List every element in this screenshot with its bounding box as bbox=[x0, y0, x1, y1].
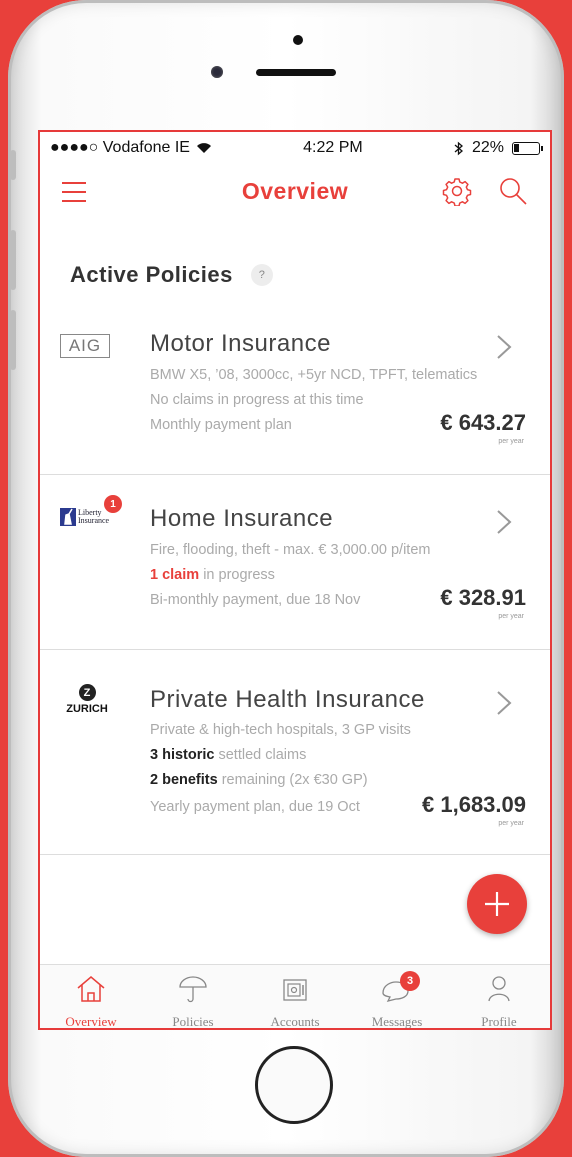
tab-policies[interactable]: Policies bbox=[142, 965, 244, 1028]
tab-messages[interactable]: 3 Messages bbox=[346, 965, 448, 1028]
navigation-bar: Overview bbox=[40, 164, 550, 220]
claim-count: 1 claim bbox=[150, 567, 200, 583]
app-screen: ●●●●○ Vodafone IE 4:22 PM 22% Overview A… bbox=[38, 130, 552, 1030]
add-policy-button[interactable] bbox=[467, 874, 527, 934]
battery-percent: 22% bbox=[471, 139, 504, 156]
liberty-statue-icon bbox=[60, 508, 76, 526]
tab-bar: Overview Policies Accounts 3 Messages Pr… bbox=[40, 964, 550, 1028]
section-title: Active Policies bbox=[70, 262, 233, 287]
benefits-remaining: 2 benefits remaining (2x €30 GP) bbox=[150, 772, 368, 788]
tab-label: Messages bbox=[371, 1014, 423, 1029]
tab-accounts[interactable]: Accounts bbox=[244, 965, 346, 1028]
policy-price: € 328.91 bbox=[440, 585, 526, 610]
payment-plan: Monthly payment plan bbox=[150, 417, 292, 433]
front-camera bbox=[211, 66, 223, 78]
home-button[interactable] bbox=[255, 1046, 333, 1124]
historic-claims: 3 historic settled claims bbox=[150, 747, 306, 763]
tab-label: Accounts bbox=[270, 1014, 320, 1029]
policy-card-home[interactable]: Liberty Insurance 1 Home Insurance Fire, … bbox=[40, 475, 550, 650]
logo-text-insurance: Insurance bbox=[78, 516, 110, 525]
chevron-right-icon[interactable] bbox=[494, 688, 514, 718]
claim-text: in progress bbox=[199, 567, 275, 583]
volume-down-button bbox=[10, 310, 16, 370]
zurich-wordmark: ZURICH bbox=[66, 703, 108, 715]
settings-gear-icon[interactable] bbox=[442, 176, 472, 206]
aig-logo: AIG bbox=[60, 334, 110, 358]
policy-details: Private & high-tech hospitals, 3 GP visi… bbox=[150, 722, 411, 738]
section-header: Active Policies ? bbox=[70, 262, 550, 288]
bluetooth-icon bbox=[454, 141, 463, 155]
person-icon bbox=[488, 976, 510, 1002]
search-icon[interactable] bbox=[498, 176, 528, 206]
mute-switch bbox=[10, 150, 16, 180]
chevron-right-icon[interactable] bbox=[494, 507, 514, 537]
help-button[interactable]: ? bbox=[250, 264, 273, 286]
carrier-label: ●●●●○ Vodafone IE bbox=[50, 139, 190, 156]
payment-plan: Yearly payment plan, due 19 Oct bbox=[150, 799, 360, 815]
notification-badge: 1 bbox=[104, 495, 122, 513]
policy-title: Private Health Insurance bbox=[150, 686, 425, 713]
clock: 4:22 PM bbox=[303, 139, 363, 156]
home-icon bbox=[77, 976, 105, 1002]
tab-label: Policies bbox=[172, 1014, 214, 1029]
price-period: per year bbox=[498, 613, 524, 620]
status-bar: ●●●●○ Vodafone IE 4:22 PM 22% bbox=[40, 132, 550, 164]
policy-details: Fire, flooding, theft - max. € 3,000.00 … bbox=[150, 542, 431, 558]
historic-count: 3 historic bbox=[150, 747, 215, 763]
tab-profile[interactable]: Profile bbox=[448, 965, 550, 1028]
earpiece-speaker bbox=[256, 69, 336, 76]
benefits-text: remaining (2x €30 GP) bbox=[217, 772, 368, 788]
policy-claims-status: 1 claim in progress bbox=[150, 567, 275, 583]
zurich-emblem: Z bbox=[78, 684, 96, 701]
messages-badge: 3 bbox=[400, 971, 420, 991]
wifi-icon bbox=[196, 143, 211, 153]
price-period: per year bbox=[498, 438, 524, 445]
zurich-logo: Z ZURICH bbox=[60, 684, 114, 715]
policy-details: BMW X5, ’08, 3000cc, +5yr NCD, TPFT, tel… bbox=[150, 367, 478, 383]
plus-icon bbox=[485, 892, 509, 916]
tab-overview[interactable]: Overview bbox=[40, 965, 142, 1028]
safe-icon bbox=[283, 979, 307, 1001]
liberty-insurance-logo: Liberty Insurance 1 bbox=[60, 495, 122, 531]
payment-plan: Bi-monthly payment, due 18 Nov bbox=[150, 592, 361, 608]
tab-label: Overview bbox=[65, 1014, 117, 1029]
page-title: Overview bbox=[241, 178, 349, 204]
policy-card-motor[interactable]: AIG Motor Insurance BMW X5, ’08, 3000cc,… bbox=[40, 300, 550, 475]
policy-title: Home Insurance bbox=[150, 505, 334, 532]
tab-label: Profile bbox=[481, 1014, 517, 1029]
chevron-right-icon[interactable] bbox=[494, 332, 514, 362]
historic-text: settled claims bbox=[214, 747, 307, 763]
price-period: per year bbox=[498, 820, 524, 827]
umbrella-icon bbox=[179, 976, 207, 1003]
policy-price: € 643.27 bbox=[440, 410, 526, 435]
policy-claims-status: No claims in progress at this time bbox=[150, 392, 364, 408]
policy-price: € 1,683.09 bbox=[422, 792, 526, 817]
volume-up-button bbox=[10, 230, 16, 290]
benefits-count: 2 benefits bbox=[150, 772, 218, 788]
proximity-sensor bbox=[293, 35, 303, 45]
policy-card-health[interactable]: Z ZURICH Private Health Insurance Privat… bbox=[40, 650, 550, 855]
policy-title: Motor Insurance bbox=[150, 330, 331, 357]
battery-icon bbox=[511, 141, 543, 155]
